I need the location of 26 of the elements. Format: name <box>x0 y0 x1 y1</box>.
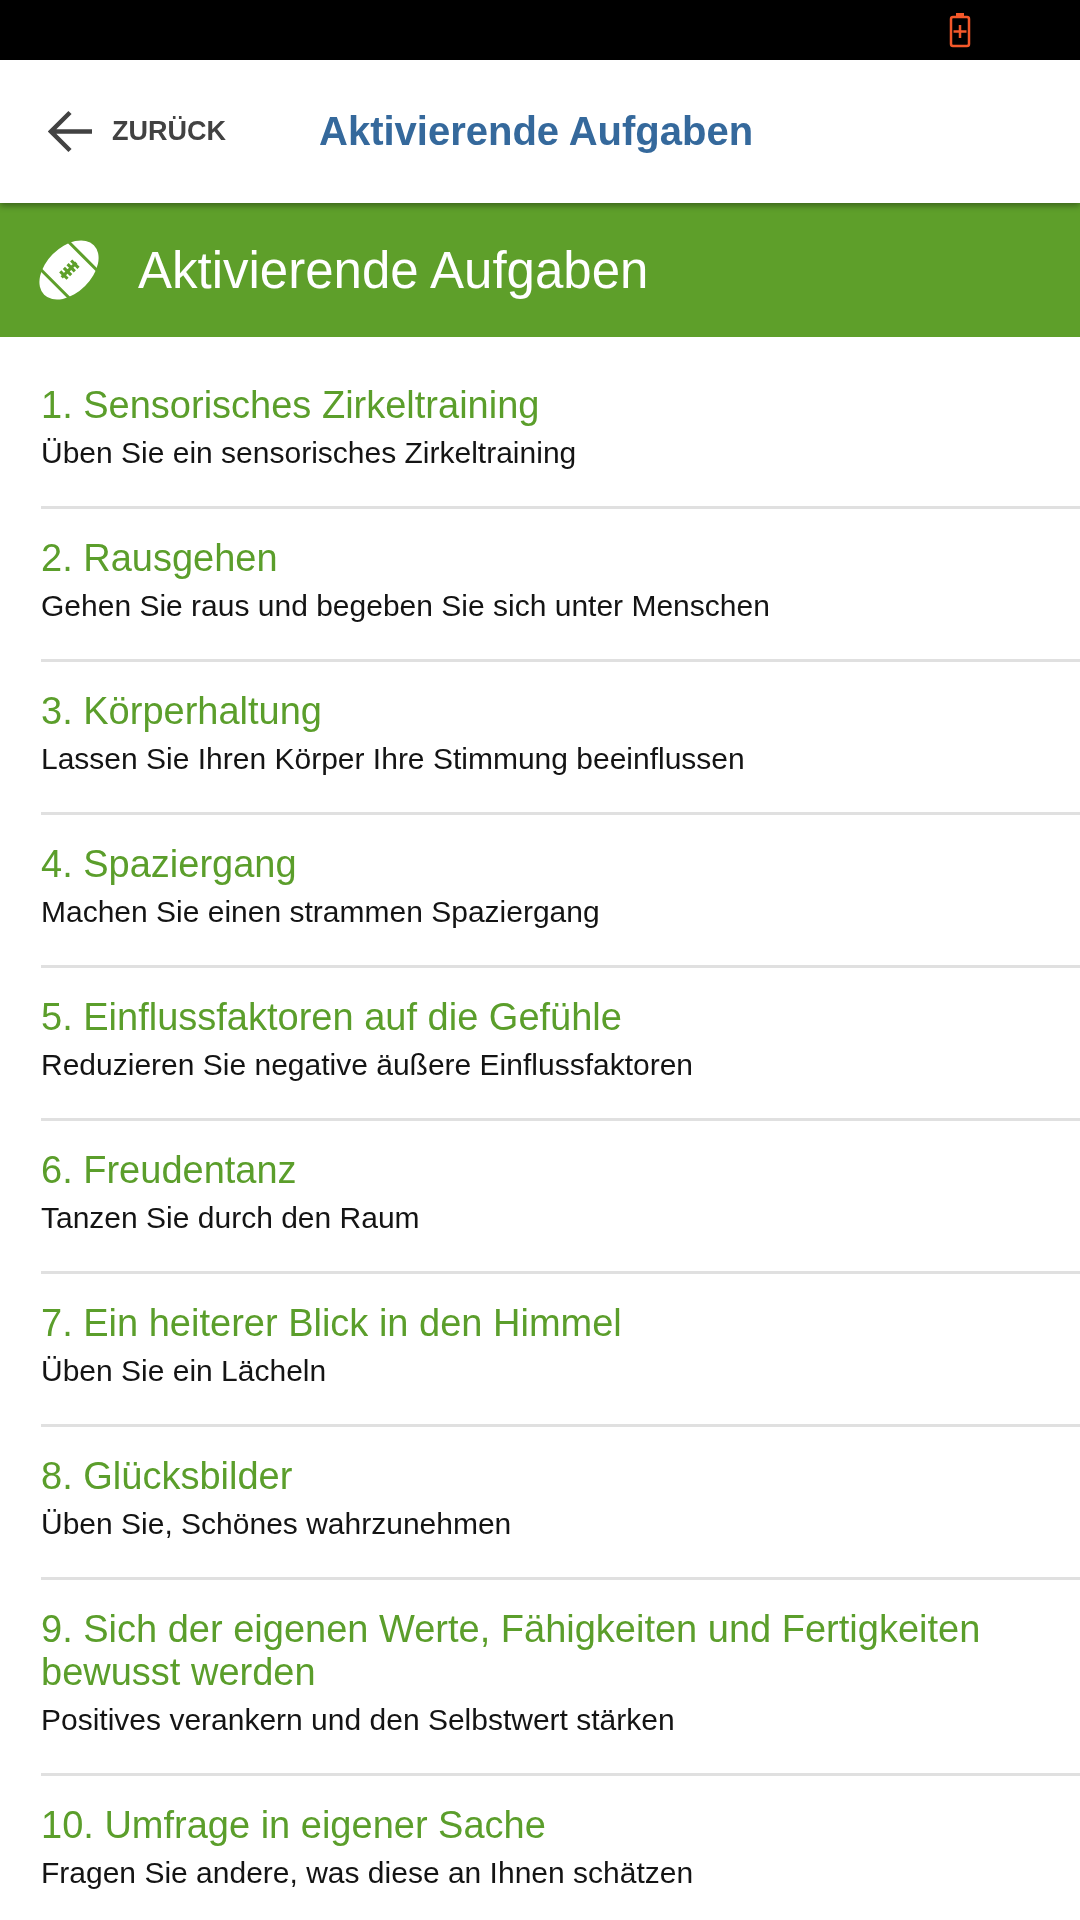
task-description: Üben Sie ein sensorisches Zirkeltraining <box>41 435 578 471</box>
task-title[interactable]: 5. Einflussfaktoren auf die Gefühle <box>41 996 1039 1039</box>
screen-title: Aktivierende Aufgaben <box>319 109 754 154</box>
football-icon <box>38 239 100 301</box>
task-title[interactable]: 7. Ein heiterer Blick in den Himmel <box>41 1302 1039 1345</box>
task-description: Lassen Sie Ihren Körper Ihre Stimmung beeinflussen <box>41 741 746 777</box>
task-title[interactable]: 6. Freudentanz <box>41 1149 1039 1192</box>
task-title[interactable]: 3. Körperhaltung <box>41 690 1039 733</box>
task-title[interactable]: 10. Umfrage in eigener Sache <box>41 1804 1039 1847</box>
back-button[interactable]: ZURÜCK <box>48 110 226 153</box>
back-arrow-icon <box>48 110 93 153</box>
task-description: Positives verankern und den Selbstwert stärken <box>41 1702 676 1738</box>
task-title[interactable]: 9. Sich der eigenen Werte, Fähigkeiten und Fertigkeiten bewusst werden <box>41 1608 1039 1694</box>
task-description: Fragen Sie andere, was diese an Ihnen schätzen <box>41 1855 695 1891</box>
task-description: Gehen Sie raus und begeben Sie sich unter Menschen <box>41 588 771 624</box>
task-title[interactable]: 8. Glücksbilder <box>41 1455 1039 1498</box>
battery-icon <box>949 12 971 48</box>
section-title: Aktivierende Aufgaben <box>138 240 649 300</box>
task-description: Reduzieren Sie negative äußere Einflussfaktoren <box>41 1047 695 1083</box>
task-title[interactable]: 1. Sensorisches Zirkeltraining <box>41 384 1039 427</box>
task-description: Üben Sie ein Lächeln <box>41 1353 328 1389</box>
task-title[interactable]: 4. Spaziergang <box>41 843 1039 886</box>
task-description: Tanzen Sie durch den Raum <box>41 1200 421 1236</box>
task-description: Üben Sie, Schönes wahrzunehmen <box>41 1506 513 1542</box>
task-title[interactable]: 2. Rausgehen <box>41 537 1039 580</box>
task-description: Machen Sie einen strammen Spaziergang <box>41 894 601 930</box>
